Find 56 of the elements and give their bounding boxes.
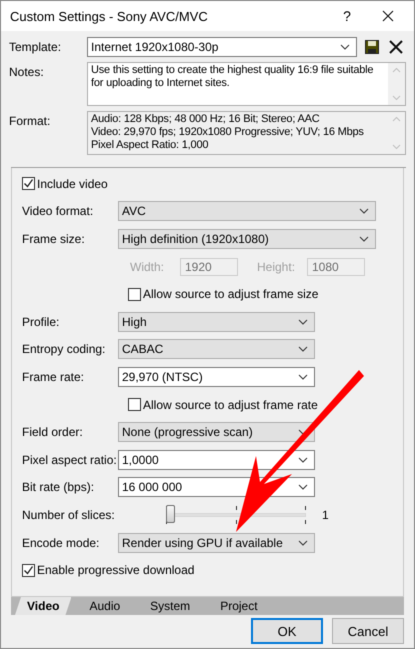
- window-title: Custom Settings - Sony AVC/MVC: [10, 8, 209, 24]
- chevron-down-icon: [298, 346, 308, 352]
- combo-box[interactable]: 29,970 (NTSC): [118, 366, 315, 387]
- field-label: Frame rate:: [22, 370, 86, 384]
- dropdown[interactable]: CABAC: [118, 339, 315, 360]
- cancel-button[interactable]: Cancel: [332, 618, 404, 644]
- field-label: Notes:: [9, 64, 45, 79]
- chevron-down-icon: [340, 44, 350, 50]
- close-icon[interactable]: [382, 10, 394, 22]
- tab[interactable]: Project: [208, 597, 270, 615]
- chevron-down-icon: [298, 318, 308, 325]
- dropdown[interactable]: Render using GPU if available: [118, 532, 315, 553]
- format-field: Audio: 128 Kbps; 48 000 Hz; 16 Bit; Stereo; AAC Video: 29,970 fps; 1920x1080 Progressive; YUV; 16 Mbps Pixel Aspect Ratio: 1,000: [87, 111, 406, 155]
- dropdown[interactable]: High: [118, 312, 315, 332]
- field-label: Video format:: [22, 204, 94, 218]
- chevron-down-icon: [298, 456, 308, 463]
- ok-button[interactable]: OK: [251, 618, 323, 644]
- chevron-down-icon: [298, 540, 308, 546]
- checkbox[interactable]: [22, 177, 35, 190]
- dropdown[interactable]: AVC: [118, 201, 376, 222]
- field-label: Format:: [9, 113, 52, 128]
- checkbox-label: Enable progressive download: [37, 563, 194, 578]
- checkbox[interactable]: [128, 398, 141, 412]
- field-label: Width:: [130, 260, 166, 274]
- checkbox[interactable]: [22, 564, 35, 577]
- tab[interactable]: Video: [15, 597, 72, 615]
- notes-field[interactable]: Use this setting to create the highest quality 16:9 file suitable for uploading to Internet sites.: [87, 62, 406, 106]
- field-label: Encode mode:: [22, 536, 100, 550]
- tab[interactable]: Audio: [77, 597, 132, 615]
- field-label: Number of slices:: [22, 508, 116, 522]
- field-label: Profile:: [22, 314, 60, 329]
- delete-icon[interactable]: [387, 38, 405, 56]
- field-label: Entropy coding:: [22, 342, 106, 356]
- checkbox-label: Allow source to adjust frame rate: [143, 398, 318, 412]
- field-label: Bit rate (bps):: [22, 480, 96, 494]
- dropdown[interactable]: High definition (1920x1080): [118, 228, 376, 249]
- checkbox-label: Include video: [37, 176, 108, 191]
- save-icon[interactable]: [363, 38, 381, 56]
- tab[interactable]: System: [138, 597, 202, 615]
- field-label: Height:: [257, 260, 296, 274]
- field-label: Template:: [9, 40, 62, 54]
- chevron-down-icon: [298, 484, 308, 490]
- slider-value: 1: [322, 508, 329, 522]
- field-label: Field order:: [22, 425, 84, 440]
- field-label: Frame size:: [22, 232, 86, 246]
- combo-box[interactable]: 1,0000: [118, 450, 315, 470]
- slider-thumb[interactable]: [166, 504, 175, 523]
- field-label: Pixel aspect ratio:: [22, 452, 118, 467]
- chevron-down-icon: [359, 208, 369, 214]
- help-button[interactable]: ?: [332, 1, 362, 31]
- dropdown[interactable]: None (progressive scan): [118, 422, 315, 442]
- chevron-down-icon: [359, 236, 369, 242]
- checkbox[interactable]: [128, 288, 141, 301]
- checkbox-label: Allow source to adjust frame size: [143, 287, 318, 302]
- chevron-down-icon: [298, 374, 308, 380]
- combo-box[interactable]: Internet 1920x1080-30p: [87, 37, 357, 57]
